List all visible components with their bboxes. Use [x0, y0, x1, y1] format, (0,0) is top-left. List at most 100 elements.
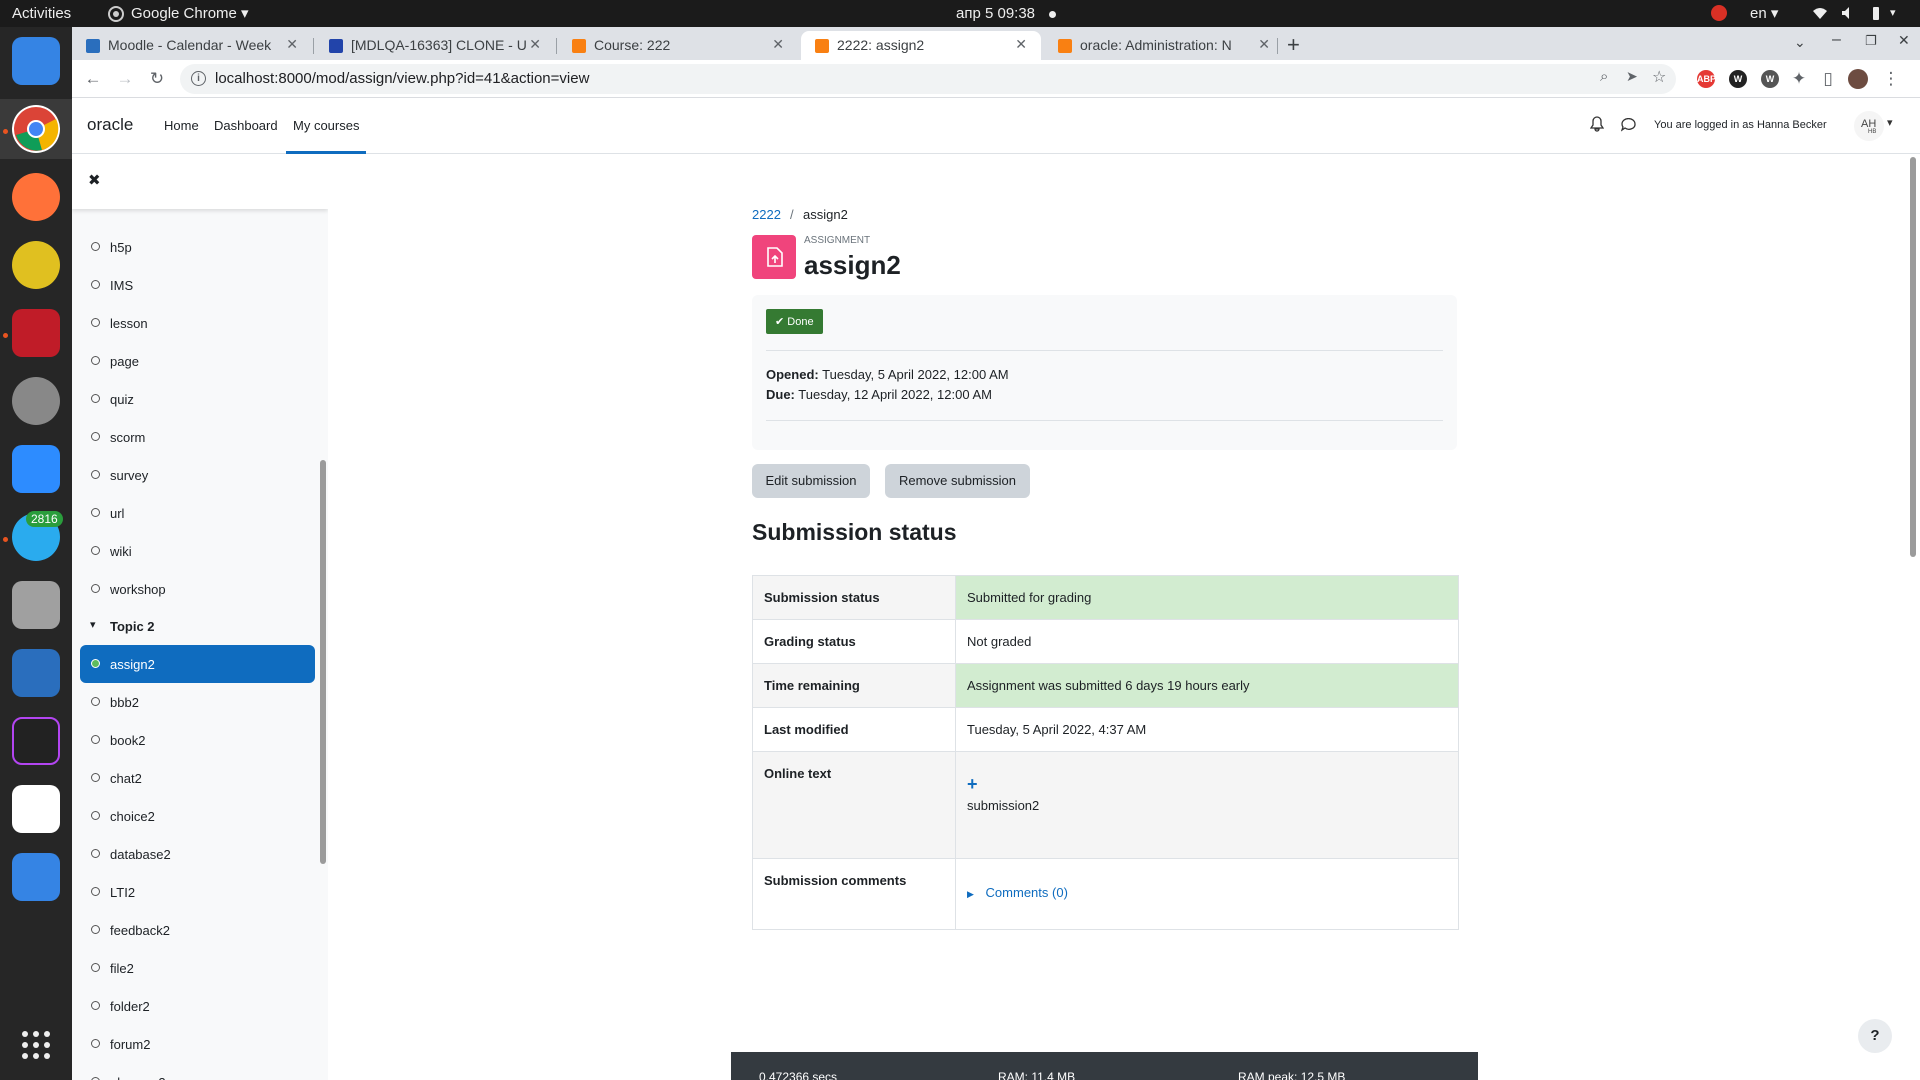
- tab-assign2-active[interactable]: 2222: assign2 ✕: [801, 31, 1041, 60]
- course-index-item[interactable]: LTI2: [80, 873, 315, 911]
- text-editor-icon[interactable]: [12, 785, 60, 833]
- tab-moodle-calendar[interactable]: Moodle - Calendar - Week ✕: [72, 31, 312, 60]
- user-avatar[interactable]: AH HB: [1854, 111, 1884, 141]
- course-index-item[interactable]: database2: [80, 835, 315, 873]
- course-index-item[interactable]: choice2: [80, 797, 315, 835]
- tab-close-icon[interactable]: ✕: [1015, 36, 1027, 53]
- site-brand[interactable]: oracle: [87, 115, 133, 135]
- course-index-item[interactable]: lesson: [80, 304, 315, 342]
- comments-expand-icon[interactable]: ▶: [967, 889, 974, 899]
- course-index-item[interactable]: file2: [80, 949, 315, 987]
- course-index-item[interactable]: chat2: [80, 759, 315, 797]
- profile-avatar[interactable]: [1848, 69, 1868, 89]
- course-index-item[interactable]: folder2: [80, 987, 315, 1025]
- back-icon[interactable]: ←: [82, 68, 104, 90]
- edit-submission-button[interactable]: Edit submission: [752, 464, 870, 498]
- course-index-item[interactable]: quiz: [80, 380, 315, 418]
- help-button[interactable]: ?: [1858, 1019, 1892, 1053]
- screenshot-icon[interactable]: [12, 853, 60, 901]
- completion-circle-icon: [91, 432, 100, 441]
- address-bar[interactable]: i localhost:8000/mod/assign/view.php?id=…: [180, 64, 1676, 94]
- row-label: Time remaining: [752, 663, 956, 708]
- extensions-puzzle-icon[interactable]: ✦: [1788, 68, 1810, 90]
- zoom-icon[interactable]: [12, 445, 60, 493]
- course-section-topic-2[interactable]: ▾ Topic 2: [80, 607, 315, 645]
- phpstorm-icon[interactable]: [12, 717, 60, 765]
- bookmark-star-icon[interactable]: ☆: [1652, 67, 1666, 87]
- course-index-item[interactable]: scorm: [80, 418, 315, 456]
- tab-mdlqa-clone[interactable]: [MDLQA-16363] CLONE - U ✕: [315, 31, 555, 60]
- course-index-item-active[interactable]: assign2: [80, 645, 315, 683]
- wifi-icon[interactable]: [1812, 5, 1828, 21]
- course-index-item[interactable]: book2: [80, 721, 315, 759]
- reload-icon[interactable]: ↻: [146, 68, 168, 90]
- tab-close-icon[interactable]: ✕: [1258, 36, 1270, 53]
- nav-dashboard[interactable]: Dashboard: [214, 118, 278, 133]
- tab-close-icon[interactable]: ✕: [286, 36, 298, 53]
- chrome-icon[interactable]: [12, 105, 60, 153]
- activities-button[interactable]: Activities: [12, 0, 71, 27]
- comments-link[interactable]: Comments (0): [986, 885, 1068, 900]
- completion-circle-icon: [91, 925, 100, 934]
- rhythmbox-icon[interactable]: [12, 241, 60, 289]
- course-index-item[interactable]: h5p: [80, 228, 315, 266]
- files-icon[interactable]: [12, 581, 60, 629]
- forward-icon[interactable]: →: [114, 68, 136, 90]
- clock[interactable]: апр 5 09:38: [956, 0, 1035, 27]
- moodle-favicon: [815, 39, 829, 53]
- course-index-item[interactable]: glossary2: [80, 1063, 315, 1080]
- adblock-icon[interactable]: ABP: [1697, 70, 1716, 88]
- course-index-item[interactable]: forum2: [80, 1025, 315, 1063]
- tab-close-icon[interactable]: ✕: [772, 36, 784, 53]
- volume-icon[interactable]: [1840, 5, 1856, 21]
- zoom-icon[interactable]: ⌕: [1600, 68, 1608, 85]
- expand-plus-icon[interactable]: +: [967, 775, 1447, 793]
- course-index-item[interactable]: bbb2: [80, 683, 315, 721]
- nav-home[interactable]: Home: [164, 118, 199, 133]
- main-scrollbar[interactable]: [1910, 157, 1916, 557]
- site-info-icon[interactable]: i: [191, 71, 206, 86]
- breadcrumb-course-link[interactable]: 2222: [752, 207, 781, 222]
- drawer-scrollbar[interactable]: [320, 460, 326, 864]
- tab-oracle-administration[interactable]: oracle: Administration: N ✕: [1044, 31, 1284, 60]
- battery-icon[interactable]: [1868, 5, 1884, 21]
- remove-submission-button[interactable]: Remove submission: [885, 464, 1030, 498]
- course-index-item[interactable]: survey: [80, 456, 315, 494]
- terminal-icon[interactable]: [12, 309, 60, 357]
- extension-w-icon[interactable]: W: [1729, 70, 1747, 88]
- course-index-item[interactable]: page: [80, 342, 315, 380]
- close-drawer-icon[interactable]: ✖: [88, 171, 101, 189]
- course-index-item[interactable]: wiki: [80, 532, 315, 570]
- course-index-item[interactable]: feedback2: [80, 911, 315, 949]
- tab-course-222[interactable]: Course: 222 ✕: [558, 31, 798, 60]
- tab-separator: [313, 38, 314, 54]
- show-apps-icon[interactable]: [21, 1030, 51, 1060]
- tab-search-icon[interactable]: ⌄: [1794, 34, 1806, 51]
- nav-my-courses[interactable]: My courses: [286, 118, 367, 154]
- submission-status-table: Submission status Submitted for grading …: [752, 575, 1459, 930]
- system-menu-chevron[interactable]: ▾: [1890, 0, 1896, 27]
- minimize-icon[interactable]: –: [1832, 31, 1841, 49]
- new-tab-icon[interactable]: +: [1287, 32, 1300, 58]
- messages-icon[interactable]: [1620, 117, 1636, 137]
- language-indicator[interactable]: en ▾: [1750, 0, 1778, 27]
- settings-icon[interactable]: [12, 377, 60, 425]
- course-index-item[interactable]: IMS: [80, 266, 315, 304]
- course-index-item[interactable]: workshop: [80, 570, 315, 608]
- section-collapse-chevron-icon[interactable]: ▾: [90, 618, 96, 631]
- chrome-menu-icon[interactable]: ⋮: [1880, 68, 1902, 90]
- thunderbird-icon[interactable]: [12, 37, 60, 85]
- app-menu[interactable]: Google Chrome ▾: [131, 0, 249, 27]
- firefox-icon[interactable]: [12, 173, 60, 221]
- maximize-icon[interactable]: ❐: [1865, 33, 1877, 49]
- wordpress-icon[interactable]: W: [1761, 70, 1779, 88]
- chrome-indicator-icon[interactable]: [1711, 5, 1727, 21]
- user-menu-chevron-icon[interactable]: ▾: [1887, 116, 1893, 129]
- course-index-item[interactable]: url: [80, 494, 315, 532]
- writer-icon[interactable]: [12, 649, 60, 697]
- side-panel-icon[interactable]: ▯: [1817, 68, 1839, 90]
- tab-close-icon[interactable]: ✕: [529, 36, 541, 53]
- close-window-icon[interactable]: ✕: [1898, 32, 1910, 49]
- notifications-bell-icon[interactable]: [1589, 116, 1605, 136]
- send-to-devices-icon[interactable]: ➤: [1626, 68, 1638, 85]
